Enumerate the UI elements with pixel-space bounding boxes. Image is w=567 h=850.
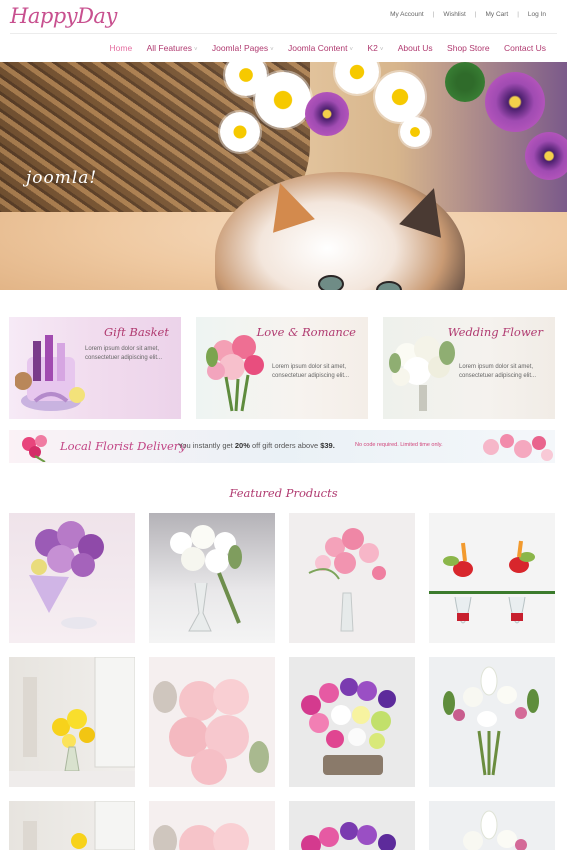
promo-title: Love & Romance: [256, 325, 356, 339]
product-card[interactable]: [9, 657, 135, 787]
hero-banner[interactable]: joomla!: [0, 62, 567, 290]
pansy-image: [305, 92, 349, 136]
flowers-image: [205, 62, 567, 182]
nav-item-joomla-pages[interactable]: Joomla! Pages ˅: [212, 43, 274, 53]
site-logo[interactable]: HappyDay: [10, 4, 117, 28]
nav-item-home[interactable]: Home: [110, 43, 133, 53]
pink-peony-bouquet-image: [153, 823, 249, 850]
pink-peony-bouquet-image: [153, 679, 269, 785]
mixed-chrysanthemum-basket-image: [301, 822, 396, 850]
site-header: HappyDay My Account | Wishlist | My Cart | Log…: [0, 0, 567, 62]
pink-rose-vase-image: [308, 528, 386, 632]
white-rose-vase-image: [170, 525, 242, 632]
daisy-image: [375, 72, 425, 122]
anthurium-red-vases-image: [429, 540, 555, 624]
gift-basket-image: [15, 335, 85, 411]
leaves-image: [445, 62, 485, 102]
white-lily-bouquet-image: [463, 810, 527, 850]
chevron-down-icon: ˅: [379, 47, 384, 53]
promo-text: Lorem ipsum dolor sit amet, consectetuer…: [272, 364, 350, 379]
promo-title: Wedding Flower: [447, 325, 543, 339]
separator: |: [517, 11, 519, 18]
product-card[interactable]: [289, 513, 415, 643]
my-cart-link[interactable]: My Cart: [485, 11, 508, 18]
separator: |: [432, 11, 435, 18]
chevron-down-icon: ˅: [193, 47, 198, 53]
promo-love-romance[interactable]: Love & Romance Lorem ipsum dolor sit ame…: [196, 317, 368, 419]
nav-item-shop-store[interactable]: Shop Store: [447, 43, 490, 53]
promo-title: Gift Basket: [103, 325, 169, 339]
nav-label: Joomla! Pages: [211, 43, 269, 53]
main-navigation: Home All Features ˅ Joomla! Pages ˅ Joomla…: [98, 43, 546, 53]
delivery-banner[interactable]: Local Florist Delivery You instantly get…: [9, 430, 555, 463]
product-card[interactable]: [149, 513, 275, 643]
delivery-note: No code required. Limited time only.: [355, 442, 443, 448]
offer-text: You instantly get: [178, 441, 235, 450]
chevron-down-icon: ˅: [349, 47, 354, 53]
nav-label: Joomla Content: [287, 43, 348, 53]
promo-text: Lorem ipsum dolor sit amet, consectetuer…: [459, 364, 537, 379]
nav-label: K2: [367, 43, 378, 53]
kitten-eye: [318, 275, 344, 290]
wishlist-link[interactable]: Wishlist: [443, 11, 465, 18]
product-card[interactable]: [289, 657, 415, 787]
product-card[interactable]: [429, 513, 555, 643]
delivery-title: Local Florist Delivery: [60, 439, 186, 453]
delivery-offer: You instantly get 20% off gift orders ab…: [178, 441, 335, 450]
separator: |: [474, 11, 477, 18]
nav-item-all-features[interactable]: All Features ˅: [147, 43, 198, 53]
mixed-chrysanthemum-basket-image: [301, 678, 396, 775]
nav-label: All Features: [146, 43, 192, 53]
nav-item-joomla-content[interactable]: Joomla Content ˅: [288, 43, 353, 53]
joomla-watermark: joomla!: [26, 168, 98, 188]
daisy-image: [400, 117, 430, 147]
product-card[interactable]: [149, 801, 275, 850]
product-card[interactable]: [429, 657, 555, 787]
discount-value: 20%: [234, 441, 250, 450]
promo-text: Lorem ipsum dolor sit amet, consectetuer…: [85, 346, 163, 361]
top-links: My Account | Wishlist | My Cart | Log In: [390, 11, 546, 18]
daisy-image: [255, 72, 311, 128]
product-card[interactable]: [9, 513, 135, 643]
product-card[interactable]: [149, 657, 275, 787]
white-lily-bouquet-image: [443, 666, 539, 776]
header-divider: [10, 33, 557, 34]
product-card[interactable]: [9, 801, 135, 850]
promo-wedding-flower[interactable]: Wedding Flower Lorem ipsum dolor sit ame…: [383, 317, 555, 419]
featured-products-heading: Featured Products: [229, 486, 338, 500]
chevron-down-icon: ˅: [270, 47, 274, 53]
promo-gift-basket[interactable]: Gift Basket Lorem ipsum dolor sit amet, …: [9, 317, 181, 419]
yellow-lily-vase-image: [23, 801, 135, 850]
product-card[interactable]: [289, 801, 415, 850]
daisy-image: [220, 112, 260, 152]
offer-amount: $39.: [320, 441, 335, 450]
product-card[interactable]: [429, 801, 555, 850]
pansy-image: [485, 72, 545, 132]
purple-rose-bouquet-image: [29, 521, 104, 629]
nav-item-about-us[interactable]: About Us: [398, 43, 433, 53]
daisy-image: [335, 62, 379, 94]
offer-text: off gift orders above: [249, 441, 321, 450]
my-account-link[interactable]: My Account: [390, 11, 424, 18]
pansy-image: [525, 132, 567, 180]
nav-item-k2[interactable]: K2 ˅: [367, 43, 383, 53]
nav-item-contact-us[interactable]: Contact Us: [504, 43, 546, 53]
log-in-link[interactable]: Log In: [528, 11, 546, 18]
pink-flower-image: [22, 435, 47, 462]
yellow-lily-vase-image: [9, 657, 135, 787]
pink-flowers-image: [483, 434, 553, 461]
